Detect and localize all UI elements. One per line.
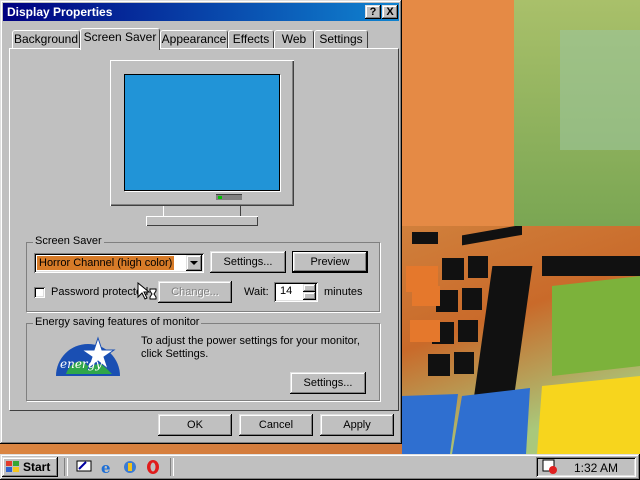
button-label: Change...: [171, 286, 219, 298]
button-label: Settings...: [303, 377, 353, 389]
monitor-neck: [163, 206, 241, 216]
start-label: Start: [23, 460, 51, 474]
energy-saving-group-label: Energy saving features of monitor: [33, 316, 202, 328]
opera-icon[interactable]: [145, 459, 161, 475]
close-button[interactable]: X: [382, 5, 398, 19]
monitor-screen: [124, 74, 280, 191]
svg-text:e: e: [101, 459, 111, 475]
monitor-power-led: [216, 194, 242, 200]
spin-down-icon[interactable]: [303, 292, 316, 300]
screen-saver-dropdown[interactable]: Horror Channel (high color): [34, 253, 204, 273]
tab-effects[interactable]: Effects: [228, 30, 274, 49]
clock[interactable]: 1:32 AM: [574, 461, 618, 475]
chevron-down-icon[interactable]: [186, 255, 202, 271]
screen-saver-settings-button[interactable]: Settings...: [210, 251, 286, 273]
button-label: Apply: [343, 419, 371, 431]
windows-logo-icon: [6, 461, 19, 472]
change-password-button: Change...: [158, 281, 232, 303]
tab-label: Background: [13, 32, 79, 46]
password-protected-checkbox[interactable]: [34, 287, 45, 298]
window-title: Display Properties: [7, 5, 113, 19]
apply-button[interactable]: Apply: [320, 414, 394, 436]
tab-label: Settings: [319, 32, 363, 46]
energy-star-logo-icon: energy: [56, 336, 120, 376]
energy-description: To adjust the power settings for your mo…: [141, 335, 360, 360]
taskbar-divider: [170, 458, 174, 476]
cancel-button[interactable]: Cancel: [239, 414, 313, 436]
button-label: OK: [187, 419, 203, 431]
tab-label: Screen Saver: [83, 30, 157, 44]
start-button[interactable]: Start: [2, 457, 58, 477]
tab-appearance[interactable]: Appearance: [160, 30, 228, 49]
monitor-stand: [146, 216, 258, 226]
tab-screen-saver[interactable]: Screen Saver: [80, 28, 160, 50]
wait-label: Wait:: [244, 286, 269, 298]
windows-logo-wallpaper: [402, 226, 640, 454]
taskbar: Start e 1:32 AM: [0, 454, 640, 480]
title-bar[interactable]: Display Properties ? X: [3, 3, 399, 21]
button-label: Cancel: [258, 419, 294, 431]
wait-minutes-value[interactable]: 14: [280, 285, 292, 297]
close-icon: X: [386, 6, 394, 18]
energy-logo-text: energy: [60, 357, 102, 371]
ok-button[interactable]: OK: [158, 414, 232, 436]
screen-saver-selected: Horror Channel (high color): [37, 256, 175, 270]
tab-settings[interactable]: Settings: [314, 30, 368, 49]
tab-label: Effects: [232, 32, 270, 46]
help-icon: ?: [369, 6, 377, 18]
screen-saver-group-label: Screen Saver: [33, 235, 104, 247]
help-button[interactable]: ?: [365, 5, 381, 19]
button-label: Settings...: [223, 256, 273, 268]
internet-explorer-icon[interactable]: e: [100, 459, 116, 475]
desktop-icon[interactable]: [76, 459, 92, 475]
scheduler-tray-icon[interactable]: [542, 459, 558, 475]
tab-label: Appearance: [161, 32, 227, 46]
quick-launch-divider: [64, 458, 68, 476]
minutes-label: minutes: [324, 286, 363, 298]
energy-settings-button[interactable]: Settings...: [290, 372, 366, 394]
button-label: Preview: [310, 256, 350, 268]
spin-up-icon[interactable]: [303, 284, 316, 292]
monitor-preview: [110, 60, 294, 206]
wait-minutes-spinner[interactable]: 14: [274, 282, 318, 302]
tab-background[interactable]: Background: [12, 30, 80, 49]
channels-icon[interactable]: [122, 459, 138, 475]
preview-button[interactable]: Preview: [292, 251, 368, 273]
tab-label: Web: [281, 32, 307, 46]
password-protected-label[interactable]: Password protected: [51, 286, 148, 298]
system-tray: 1:32 AM: [536, 457, 636, 477]
tab-web[interactable]: Web: [274, 30, 314, 49]
mouse-cursor-icon: [137, 282, 157, 300]
